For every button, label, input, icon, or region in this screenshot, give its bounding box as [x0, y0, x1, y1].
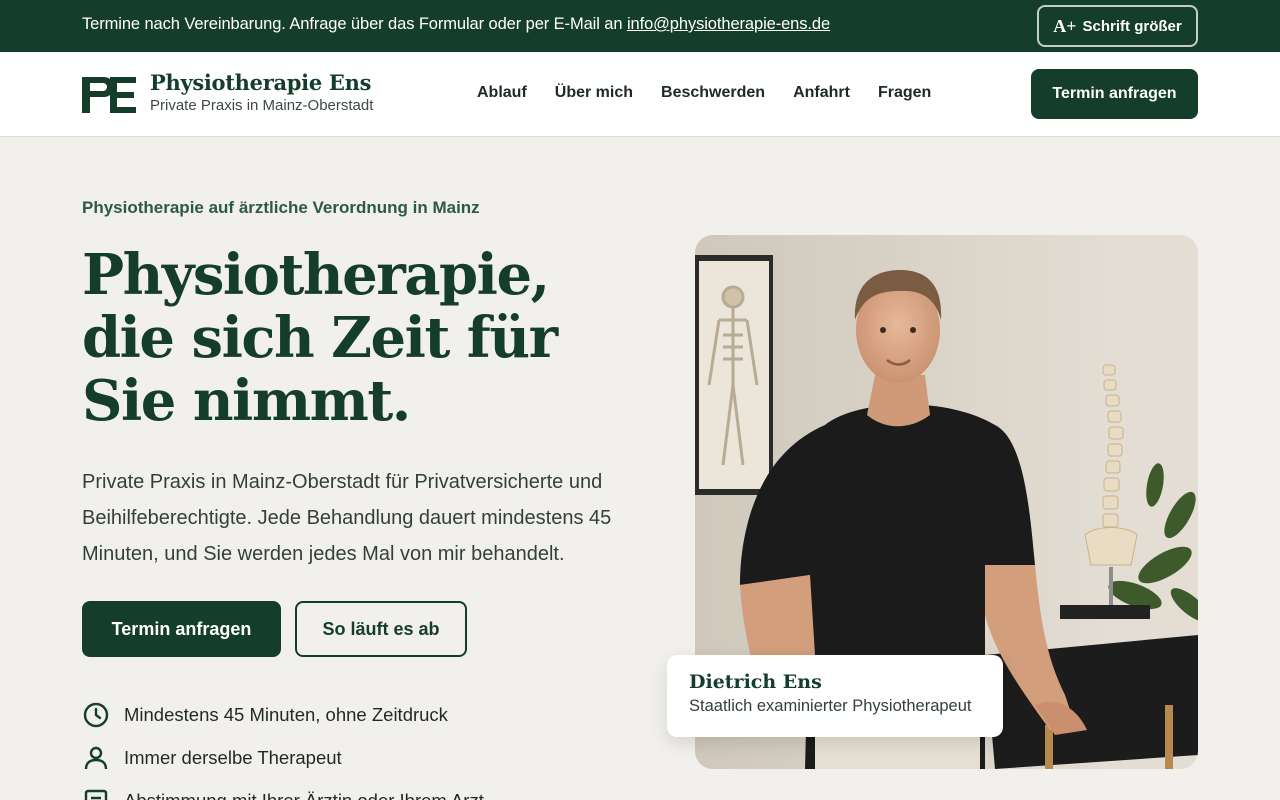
feature-item: Immer derselbe Therapeut: [82, 736, 484, 779]
nav-item-beschwerden[interactable]: Beschwerden: [661, 84, 765, 102]
announcement-bar: Termine nach Vereinbarung. Anfrage über …: [0, 0, 1280, 52]
brand-tagline: Private Praxis in Mainz-Oberstadt: [150, 97, 374, 114]
therapist-role: Staatlich examinierter Physiotherapeut: [689, 697, 972, 715]
nav-item-ueber-mich[interactable]: Über mich: [555, 84, 633, 102]
appointment-button[interactable]: Termin anfragen: [82, 601, 281, 657]
feature-item: Mindestens 45 Minuten, ohne Zeitdruck: [82, 693, 484, 736]
site-header: Physiotherapie Ens Private Praxis in Mai…: [0, 52, 1280, 137]
person-icon: [84, 746, 108, 769]
hero-description: Private Praxis in Mainz-Oberstadt für Pr…: [82, 471, 612, 565]
hero-title: Physiotherapie, die sich Zeit für Sie ni…: [82, 242, 558, 434]
main-navigation: Ablauf Über mich Beschwerden Anfahrt Fra…: [477, 84, 931, 102]
font-size-label: Schrift größer: [1082, 17, 1182, 35]
pe-monogram-logo-icon[interactable]: [82, 77, 138, 113]
email-link[interactable]: info@physiotherapie-ens.de: [627, 15, 830, 33]
font-size-icon: A+: [1053, 15, 1077, 36]
font-size-button[interactable]: A+ Schrift größer: [1037, 5, 1198, 47]
brand-name[interactable]: Physiotherapie Ens: [150, 70, 371, 95]
nav-item-fragen[interactable]: Fragen: [878, 84, 931, 102]
header-appointment-button[interactable]: Termin anfragen: [1031, 69, 1198, 119]
document-icon: [84, 789, 108, 800]
announcement-text: Termine nach Vereinbarung. Anfrage über …: [82, 15, 830, 34]
hero-eyebrow: Physiotherapie auf ärztliche Verordnung …: [82, 198, 480, 217]
how-it-works-button[interactable]: So läuft es ab: [295, 601, 467, 657]
feature-label: Mindestens 45 Minuten, ohne Zeitdruck: [124, 703, 448, 725]
therapist-name: Dietrich Ens: [689, 671, 822, 693]
clock-icon: [83, 702, 109, 727]
feature-label: Abstimmung mit Ihrer Ärztin oder Ihrem A…: [124, 789, 484, 800]
feature-label: Immer derselbe Therapeut: [124, 746, 342, 768]
nav-item-ablauf[interactable]: Ablauf: [477, 84, 527, 102]
therapist-caption-card: Dietrich Ens Staatlich examinierter Phys…: [667, 655, 1003, 737]
feature-item: Abstimmung mit Ihrer Ärztin oder Ihrem A…: [82, 779, 484, 800]
nav-item-anfahrt[interactable]: Anfahrt: [793, 84, 850, 102]
feature-list: Mindestens 45 Minuten, ohne Zeitdruck Im…: [82, 693, 484, 800]
announcement-message: Termine nach Vereinbarung. Anfrage über …: [82, 15, 627, 33]
